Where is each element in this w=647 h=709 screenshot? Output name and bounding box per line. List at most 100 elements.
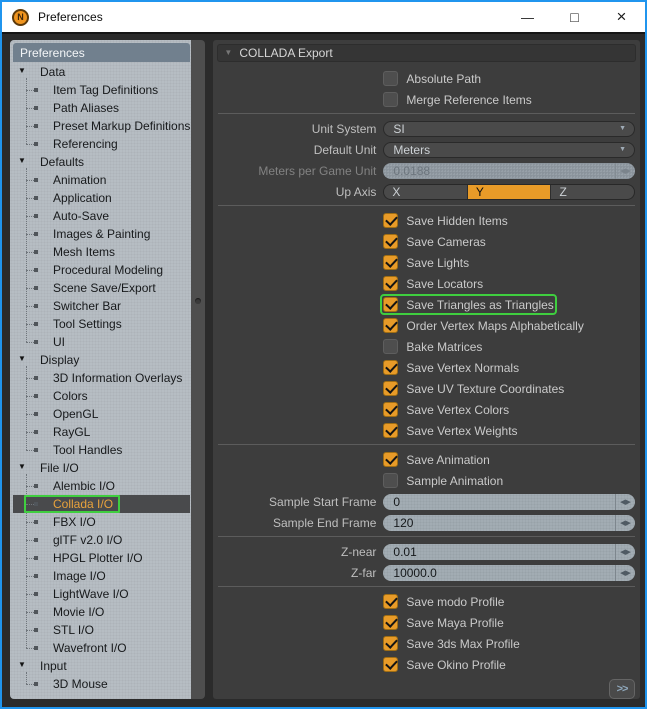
- sidebar-item-wavefront-i-o[interactable]: Wavefront I/O: [13, 639, 190, 657]
- checkbox-row-save-uv-texture-coordinates[interactable]: Save UV Texture Coordinates: [383, 381, 564, 396]
- form-row-save-triangles-as-triangles: Save Triangles as Triangles: [216, 294, 637, 315]
- sidebar-item-lightwave-i-o[interactable]: LightWave I/O: [13, 585, 190, 603]
- sidebar-item-referencing[interactable]: Referencing: [13, 135, 190, 153]
- sidebar-item-images-painting[interactable]: Images & Painting: [13, 225, 190, 243]
- sidebar-item-application[interactable]: Application: [13, 189, 190, 207]
- segment-option-y[interactable]: Y: [467, 184, 552, 199]
- unchecked-checkbox-icon[interactable]: [383, 473, 399, 488]
- sidebar-item-preset-markup-definitions[interactable]: Preset Markup Definitions: [13, 117, 190, 135]
- sidebar-item-3d-mouse[interactable]: 3D Mouse: [13, 675, 190, 693]
- maximize-button[interactable]: □: [551, 2, 598, 32]
- checked-checkbox-icon[interactable]: [383, 402, 399, 417]
- checked-checkbox-icon[interactable]: [383, 636, 399, 651]
- unchecked-checkbox-icon[interactable]: [383, 92, 399, 107]
- sidebar-item-3d-information-overlays[interactable]: 3D Information Overlays: [13, 369, 190, 387]
- checked-checkbox-icon[interactable]: [383, 381, 399, 396]
- sidebar-item-hpgl-plotter-i-o[interactable]: HPGL Plotter I/O: [13, 549, 190, 567]
- sidebar-section-input[interactable]: ▼ Input: [13, 657, 190, 675]
- number-field-z-far[interactable]: 10000.0 ◀▶: [383, 564, 635, 581]
- checkbox-row-save-animation[interactable]: Save Animation: [383, 452, 490, 467]
- number-field-z-near[interactable]: 0.01 ◀▶: [383, 543, 635, 560]
- checked-checkbox-icon[interactable]: [383, 297, 399, 312]
- sidebar-item-procedural-modeling[interactable]: Procedural Modeling: [13, 261, 190, 279]
- sidebar-item-tool-settings[interactable]: Tool Settings: [13, 315, 190, 333]
- segment-option-z[interactable]: Z: [551, 184, 634, 199]
- sidebar-item-label: 3D Information Overlays: [53, 371, 183, 385]
- minimize-button[interactable]: —: [504, 2, 551, 32]
- sidebar-item-gltf-v2-0-i-o[interactable]: glTF v2.0 I/O: [13, 531, 190, 549]
- checkbox-row-sample-animation[interactable]: Sample Animation: [383, 473, 503, 488]
- number-field-sample-start-frame[interactable]: 0 ◀▶: [383, 493, 635, 510]
- sidebar-item-movie-i-o[interactable]: Movie I/O: [13, 603, 190, 621]
- checkbox-row-save-locators[interactable]: Save Locators: [383, 276, 483, 291]
- sidebar-item-auto-save[interactable]: Auto-Save: [13, 207, 190, 225]
- checkbox-row-save-maya-profile[interactable]: Save Maya Profile: [383, 615, 504, 630]
- checked-checkbox-icon[interactable]: [383, 234, 399, 249]
- spinner-arrows-icon[interactable]: ◀▶: [615, 564, 635, 581]
- checked-checkbox-icon[interactable]: [383, 318, 399, 333]
- checked-checkbox-icon[interactable]: [383, 213, 399, 228]
- sidebar-item-fbx-i-o[interactable]: FBX I/O: [13, 513, 190, 531]
- checked-checkbox-icon[interactable]: [383, 594, 399, 609]
- checked-checkbox-icon[interactable]: [383, 452, 399, 467]
- field-label: Meters per Game Unit: [258, 163, 377, 178]
- sidebar-header: Preferences: [13, 43, 191, 62]
- unchecked-checkbox-icon[interactable]: [383, 71, 399, 86]
- spinner-arrows-icon[interactable]: ◀▶: [615, 514, 635, 531]
- checked-checkbox-icon[interactable]: [383, 255, 399, 270]
- scrollbar-grip-icon[interactable]: [195, 298, 202, 304]
- field-label: Z-far: [351, 565, 377, 580]
- sidebar-scrollbar[interactable]: [191, 40, 206, 699]
- sidebar-item-alembic-i-o[interactable]: Alembic I/O: [13, 477, 190, 495]
- checked-checkbox-icon[interactable]: [383, 615, 399, 630]
- checked-checkbox-icon[interactable]: [383, 360, 399, 375]
- more-options-button[interactable]: >>: [609, 679, 635, 699]
- checkbox-row-save-vertex-normals[interactable]: Save Vertex Normals: [383, 360, 519, 375]
- sidebar-item-image-i-o[interactable]: Image I/O: [13, 567, 190, 585]
- sidebar-item-stl-i-o[interactable]: STL I/O: [13, 621, 190, 639]
- number-field-sample-end-frame[interactable]: 120 ◀▶: [383, 514, 635, 531]
- segment-option-x[interactable]: X: [384, 184, 468, 199]
- checkbox-row-save-triangles-as-triangles[interactable]: Save Triangles as Triangles: [380, 294, 557, 315]
- sidebar-item-colors[interactable]: Colors: [13, 387, 190, 405]
- sidebar-item-scene-save-export[interactable]: Scene Save/Export: [13, 279, 190, 297]
- spinner-arrows-icon[interactable]: ◀▶: [615, 493, 635, 510]
- checkbox-row-order-vertex-maps-alphabetically[interactable]: Order Vertex Maps Alphabetically: [383, 318, 584, 333]
- sidebar-item-item-tag-definitions[interactable]: Item Tag Definitions: [13, 81, 190, 99]
- close-button[interactable]: ×: [598, 2, 645, 32]
- sidebar-item-tool-handles[interactable]: Tool Handles: [13, 441, 190, 459]
- unchecked-checkbox-icon[interactable]: [383, 339, 399, 354]
- checkbox-row-save-3ds-max-profile[interactable]: Save 3ds Max Profile: [383, 636, 520, 651]
- checkbox-row-save-lights[interactable]: Save Lights: [383, 255, 469, 270]
- checkbox-row-save-vertex-colors[interactable]: Save Vertex Colors: [383, 402, 509, 417]
- panel-header[interactable]: ▼ COLLADA Export: [217, 44, 636, 62]
- sidebar-item-mesh-items[interactable]: Mesh Items: [13, 243, 190, 261]
- sidebar-item-animation[interactable]: Animation: [13, 171, 190, 189]
- sidebar-item-ui[interactable]: UI: [13, 333, 190, 351]
- checkbox-row-save-okino-profile[interactable]: Save Okino Profile: [383, 657, 506, 672]
- spinner-arrows-icon[interactable]: ◀▶: [615, 543, 635, 560]
- sidebar-section-display[interactable]: ▼ Display: [13, 351, 190, 369]
- checkbox-row-save-modo-profile[interactable]: Save modo Profile: [383, 594, 504, 609]
- sidebar-item-path-aliases[interactable]: Path Aliases: [13, 99, 190, 117]
- form-row-save-modo-profile: Save modo Profile: [216, 591, 637, 612]
- sidebar-item-switcher-bar[interactable]: Switcher Bar: [13, 297, 190, 315]
- checkbox-row-bake-matrices[interactable]: Bake Matrices: [383, 339, 482, 354]
- sidebar-item-raygl[interactable]: RayGL: [13, 423, 190, 441]
- dropdown-default-unit[interactable]: Meters ▼: [383, 141, 635, 158]
- checkbox-row-merge-reference-items[interactable]: Merge Reference Items: [383, 92, 532, 107]
- checkbox-row-save-vertex-weights[interactable]: Save Vertex Weights: [383, 423, 518, 438]
- checked-checkbox-icon[interactable]: [383, 423, 399, 438]
- sidebar-item-collada-i-o[interactable]: Collada I/O: [13, 495, 191, 513]
- checked-checkbox-icon[interactable]: [383, 276, 399, 291]
- checked-checkbox-icon[interactable]: [383, 657, 399, 672]
- checkbox-row-save-hidden-items[interactable]: Save Hidden Items: [383, 213, 508, 228]
- checkbox-row-save-cameras[interactable]: Save Cameras: [383, 234, 486, 249]
- sidebar-section-data[interactable]: ▼ Data: [13, 63, 190, 81]
- sidebar-item-opengl[interactable]: OpenGL: [13, 405, 190, 423]
- sidebar-section-file-i-o[interactable]: ▼ File I/O: [13, 459, 190, 477]
- sidebar-section-defaults[interactable]: ▼ Defaults: [13, 153, 190, 171]
- checkbox-row-absolute-path[interactable]: Absolute Path: [383, 71, 481, 86]
- dropdown-unit-system[interactable]: SI ▼: [383, 120, 635, 137]
- field-control: 0 ◀▶: [383, 493, 635, 510]
